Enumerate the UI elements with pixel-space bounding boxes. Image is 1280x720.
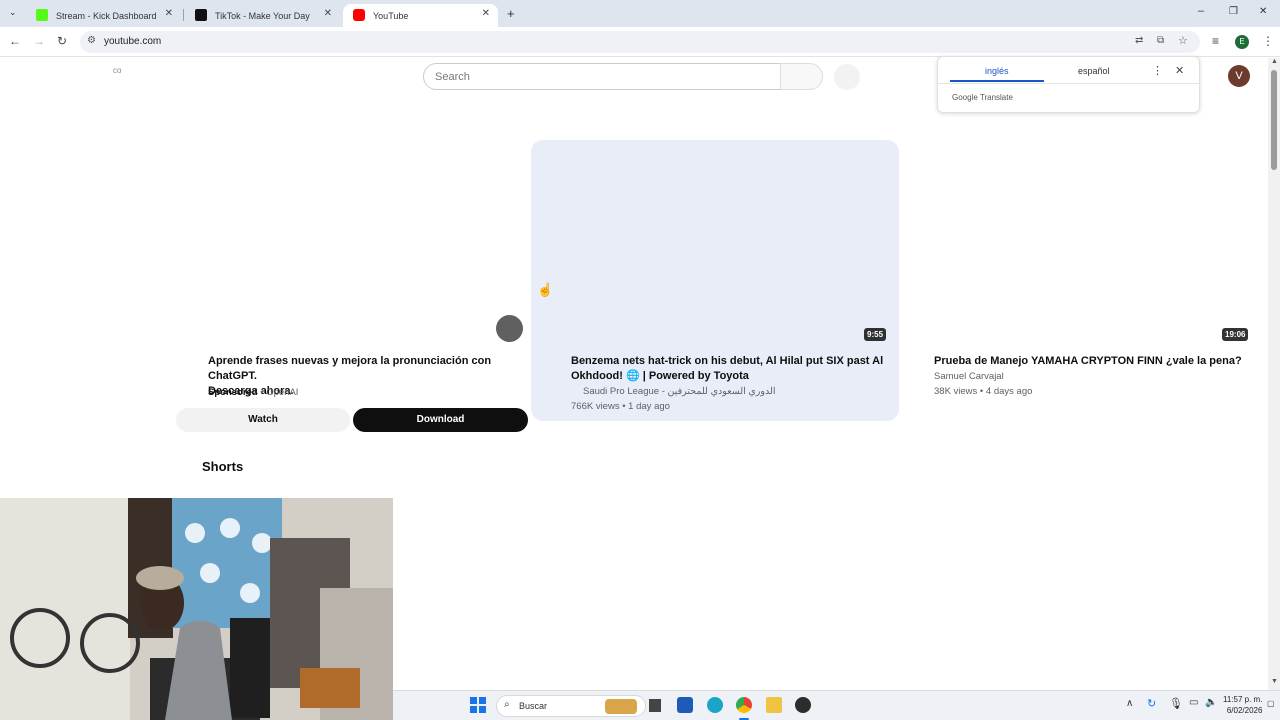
translate-popup: inglés español ⋮ ✕ Google Translate <box>937 56 1201 113</box>
webcam-feed <box>0 498 393 720</box>
translate-icon[interactable]: ⇄ <box>1135 35 1143 46</box>
profile-avatar-icon[interactable]: E <box>1235 35 1249 49</box>
tab-kick-dashboard[interactable]: Stream - Kick Dashboard ✕ <box>26 4 181 27</box>
ad-logo-circle <box>496 315 523 342</box>
video-meta: 38K views • 4 days ago <box>934 386 1033 397</box>
microphone-icon[interactable]: 🎙 <box>1169 697 1183 710</box>
video-duration: 9:55 <box>864 328 887 341</box>
close-tab-icon[interactable]: ✕ <box>324 8 332 19</box>
edge-icon[interactable] <box>707 697 723 713</box>
browser-menu-icon[interactable]: ⋮ <box>1262 34 1274 48</box>
page-scrollbar[interactable]: ▲ ▼ <box>1268 58 1280 690</box>
ad-title-line: Aprende frases nuevas y mejora la pronun… <box>208 355 492 382</box>
tab-label: TikTok - Make Your Day <box>215 10 310 21</box>
download-button[interactable]: Download <box>353 408 528 432</box>
tab-strip: ⌄ Stream - Kick Dashboard ✕ TikTok - Mak… <box>0 0 1280 27</box>
notifications-icon[interactable]: ▢ <box>1267 699 1275 708</box>
window-close-icon[interactable]: ✕ <box>1259 6 1267 17</box>
url-text: youtube.com <box>104 36 162 47</box>
tab-label: YouTube <box>373 10 409 21</box>
browser-toolbar: ← → ↻ ⚙ youtube.com ⇄ ⧉ ☆ ≡ E ⋮ <box>0 27 1280 57</box>
channel-name[interactable]: Samuel Carvajal <box>934 371 1004 382</box>
advertiser-name[interactable]: OpenAI <box>266 387 298 398</box>
volume-icon[interactable]: 🔈 <box>1205 697 1217 708</box>
target-language-tab[interactable]: español <box>1078 66 1110 76</box>
sync-icon[interactable]: ↻ <box>1147 697 1156 710</box>
system-clock[interactable]: 11:57 p. m. 6/02/2026 <box>1223 694 1262 716</box>
minimize-icon[interactable]: – <box>1198 5 1204 17</box>
youtube-logo[interactable]: co <box>113 66 121 75</box>
search-input[interactable]: Search <box>423 63 781 90</box>
store-icon[interactable] <box>677 697 693 713</box>
shorts-heading: Shorts <box>202 459 244 474</box>
scroll-down-icon[interactable]: ▼ <box>1271 678 1278 685</box>
new-tab-icon[interactable]: + <box>507 6 515 21</box>
install-icon[interactable]: ⧉ <box>1157 35 1164 46</box>
video-title-line: Okhdood! 🌐 | Powered by Toyota <box>571 370 749 382</box>
sponsored-label: Sponsored <box>208 387 258 398</box>
search-icon: ⌕ <box>504 699 510 710</box>
forward-icon[interactable]: → <box>33 34 45 48</box>
obs-icon[interactable] <box>795 697 811 713</box>
taskbar-search[interactable]: ⌕ Buscar <box>496 695 646 717</box>
search-placeholder: Search <box>435 71 470 83</box>
channel-name[interactable]: Saudi Pro League - الدوري السعودي للمحتر… <box>583 386 776 397</box>
address-bar[interactable]: ⚙ youtube.com ⇄ ⧉ ☆ <box>80 31 1200 53</box>
site-info-icon[interactable]: ⚙ <box>87 35 96 46</box>
restore-icon[interactable]: ❐ <box>1229 6 1238 17</box>
video-title[interactable]: Prueba de Manejo YAMAHA CRYPTON FINN ¿va… <box>934 354 1264 369</box>
translate-close-icon[interactable]: ✕ <box>1175 64 1184 77</box>
active-tab-indicator <box>950 80 1044 82</box>
google-translate-brand: Google Translate <box>952 93 1013 102</box>
user-avatar[interactable]: V <box>1228 65 1250 87</box>
show-hidden-icons[interactable]: ∧ <box>1126 698 1133 709</box>
close-tab-icon[interactable]: ✕ <box>165 8 173 19</box>
video-duration: 19:06 <box>1222 328 1249 341</box>
windows-taskbar: ⌕ Buscar ∧ ↻ 🎙 ▭ 🔈 11:57 p. m. 6/02/2026… <box>393 690 1280 720</box>
tab-label: Stream - Kick Dashboard <box>56 10 157 21</box>
tiktok-favicon-icon <box>195 9 207 21</box>
voice-search-button[interactable] <box>834 64 860 90</box>
scroll-up-icon[interactable]: ▲ <box>1271 58 1278 65</box>
watch-button[interactable]: Watch <box>176 408 350 432</box>
chrome-icon[interactable] <box>736 697 752 713</box>
video-meta: 766K views • 1 day ago <box>571 401 670 412</box>
tab-youtube[interactable]: YouTube ✕ <box>343 4 498 27</box>
divider <box>938 83 1201 84</box>
reload-icon[interactable]: ↻ <box>57 34 67 48</box>
source-language-tab[interactable]: inglés <box>985 66 1009 76</box>
youtube-favicon-icon <box>353 9 365 21</box>
video-title[interactable]: Benzema nets hat-trick on his debut, Al … <box>571 354 891 384</box>
kick-favicon-icon <box>36 9 48 21</box>
search-highlight-icon <box>605 699 637 714</box>
clock-time: 11:57 p. m. <box>1223 695 1263 704</box>
video-title-line: Benzema nets hat-trick on his debut, Al … <box>571 355 884 367</box>
back-icon[interactable]: ← <box>9 34 21 48</box>
tab-search-icon[interactable]: ⌄ <box>9 7 17 18</box>
tab-tiktok[interactable]: TikTok - Make Your Day ✕ <box>185 4 340 27</box>
file-icon[interactable] <box>649 699 661 712</box>
mouse-cursor-icon: ☝ <box>537 282 554 297</box>
file-explorer-icon[interactable] <box>766 697 782 713</box>
clock-date: 6/02/2026 <box>1226 706 1263 715</box>
bookmark-star-icon[interactable]: ☆ <box>1178 34 1188 47</box>
tab-divider <box>183 9 184 21</box>
scrollbar-thumb[interactable] <box>1271 70 1277 170</box>
taskbar-search-label: Buscar <box>519 701 548 711</box>
search-button[interactable] <box>780 63 823 90</box>
webcam-overlay <box>0 498 393 720</box>
close-tab-icon[interactable]: ✕ <box>482 8 490 19</box>
reading-list-icon[interactable]: ≡ <box>1212 34 1219 48</box>
translate-menu-icon[interactable]: ⋮ <box>1152 64 1163 77</box>
windows-start-icon[interactable] <box>470 697 486 713</box>
ad-meta: Sponsored • OpenAI <box>208 387 298 398</box>
network-icon[interactable]: ▭ <box>1189 697 1198 708</box>
